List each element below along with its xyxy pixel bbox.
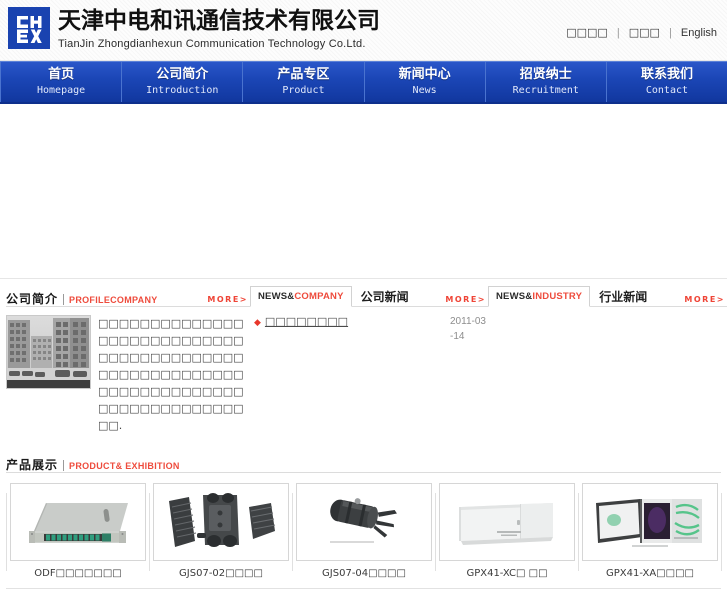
news-company-tabs: NEWS& COMPANY 公司新闻 MORE> xyxy=(250,286,488,307)
news-industry-tabs: NEWS& INDUSTRY 行业新闻 MORE> xyxy=(488,286,727,307)
nav-label-cn: 联系我们 xyxy=(640,67,693,82)
company-name-en: TianJin Zhongdianhexun Communication Tec… xyxy=(58,38,366,50)
news-industry-more-link[interactable]: MORE> xyxy=(684,295,725,304)
nav-label-cn: 首页 xyxy=(48,67,75,82)
profile-title-en: PROFILECOMPANY xyxy=(69,295,158,305)
nav-label-cn: 招贤纳士 xyxy=(519,67,572,82)
product-thumbnail-gpx41-xa[interactable] xyxy=(582,483,718,561)
product-caption[interactable]: GPX41-XC□ □□ xyxy=(466,567,547,581)
industry-news-section: NEWS& INDUSTRY 行业新闻 MORE> xyxy=(488,286,727,434)
content-columns: 公司简介 PROFILECOMPANY MORE> □□□□□□□□□□□□□□… xyxy=(0,286,727,434)
tab-industry-news-cn[interactable]: 行业新闻 xyxy=(590,286,656,306)
page-root: 天津中电和讯通信技术有限公司 TianJin Zhongdianhexun Co… xyxy=(0,0,727,589)
profile-description: □□□□□□□□□□□□□□□□□□□□□□□□□□□□□□□□□□□□□□□□… xyxy=(98,317,244,432)
gallery-divider xyxy=(435,493,436,571)
title-divider xyxy=(63,460,65,471)
tab-label-part2: COMPANY xyxy=(294,291,344,302)
company-profile-section: 公司简介 PROFILECOMPANY MORE> □□□□□□□□□□□□□□… xyxy=(0,286,250,434)
company-name-cn: 天津中电和讯通信技术有限公司 xyxy=(58,8,380,34)
product-caption[interactable]: GPX41-XA□□□□ xyxy=(606,567,694,581)
title-divider xyxy=(63,294,65,305)
nav-item-product[interactable]: 产品专区 Product xyxy=(243,62,365,102)
gallery-divider xyxy=(578,493,579,571)
news-item-title[interactable]: □□□□□□□□ xyxy=(265,314,450,330)
language-bar: □□□□ | □□□ | English xyxy=(566,26,717,39)
nav-label-en: Contact xyxy=(645,85,689,96)
tab-news-industry[interactable]: NEWS& INDUSTRY xyxy=(488,286,591,307)
profile-more-link[interactable]: MORE> xyxy=(207,295,248,304)
nav-label-en: Recruitment xyxy=(512,85,579,96)
nav-item-recruitment[interactable]: 招贤纳士 Recruitment xyxy=(486,62,607,102)
company-news-list: ◆ □□□□□□□□ 2011-03-14 xyxy=(250,314,488,344)
product-item: GPX41-XA□□□□ xyxy=(581,483,719,581)
lang-separator-1: | xyxy=(616,27,620,39)
products-section: 产品展示 PRODUCT& EXHIBITION ODF□□□□□□□ GJS0… xyxy=(0,452,727,581)
gallery-left-edge xyxy=(6,493,7,571)
gallery-divider xyxy=(149,493,150,571)
profile-body: □□□□□□□□□□□□□□□□□□□□□□□□□□□□□□□□□□□□□□□□… xyxy=(6,315,250,434)
products-title-en: PRODUCT& EXHIBITION xyxy=(69,461,180,471)
product-caption[interactable]: GJS07-04□□□□ xyxy=(322,567,406,581)
site-header: 天津中电和讯通信技术有限公司 TianJin Zhongdianhexun Co… xyxy=(0,0,727,61)
english-link[interactable]: English xyxy=(681,27,717,39)
gallery-right-edge xyxy=(721,493,722,571)
profile-section-header: 公司简介 PROFILECOMPANY MORE> xyxy=(6,286,250,307)
tab-label-part1: NEWS& xyxy=(496,291,533,302)
product-gallery: ODF□□□□□□□ GJS07-02□□□□ GJS07-04□□□□ GPX… xyxy=(6,483,722,581)
products-title-cn: 产品展示 xyxy=(6,458,59,472)
product-item: GJS07-02□□□□ xyxy=(152,483,290,581)
company-news-section: NEWS& COMPANY 公司新闻 MORE> ◆ □□□□□□□□ 2011-… xyxy=(250,286,488,434)
product-thumbnail-gjs07-02[interactable] xyxy=(153,483,289,561)
gallery-divider xyxy=(292,493,293,571)
main-navigation: 首页 Homepage 公司简介 Introduction 产品专区 Produ… xyxy=(0,61,727,104)
bullet-icon: ◆ xyxy=(254,317,261,327)
news-item: ◆ □□□□□□□□ 2011-03-14 xyxy=(254,314,488,344)
product-caption[interactable]: GJS07-02□□□□ xyxy=(179,567,263,581)
add-favorite-link[interactable]: □□□□ xyxy=(566,26,608,39)
product-thumbnail-gjs07-04[interactable] xyxy=(296,483,432,561)
tab-company-news-cn[interactable]: 公司新闻 xyxy=(352,286,418,306)
nav-label-en: News xyxy=(412,85,437,96)
nav-item-contact[interactable]: 联系我们 Contact xyxy=(607,62,727,102)
site-title-block: 天津中电和讯通信技术有限公司 TianJin Zhongdianhexun Co… xyxy=(58,6,380,51)
product-item: GJS07-04□□□□ xyxy=(295,483,433,581)
news-company-more-link[interactable]: MORE> xyxy=(445,295,486,304)
company-logo[interactable] xyxy=(8,7,54,53)
tab-label-part1: NEWS& xyxy=(258,291,295,302)
product-thumbnail-odf[interactable] xyxy=(10,483,146,561)
product-thumbnail-gpx41-xc[interactable] xyxy=(439,483,575,561)
set-homepage-link[interactable]: □□□ xyxy=(629,26,660,39)
nav-label-en: Introduction xyxy=(146,85,219,96)
product-item: ODF□□□□□□□ xyxy=(9,483,147,581)
nav-label-cn: 公司简介 xyxy=(156,67,209,82)
company-building-photo[interactable] xyxy=(6,315,91,389)
tab-label-cn: 行业新闻 xyxy=(599,289,648,304)
nav-label-cn: 产品专区 xyxy=(277,67,330,82)
lang-separator-2: | xyxy=(669,27,672,39)
nav-item-homepage[interactable]: 首页 Homepage xyxy=(0,62,123,102)
tab-label-cn: 公司新闻 xyxy=(360,289,409,304)
nav-label-cn: 新闻中心 xyxy=(398,67,451,82)
nav-item-introduction[interactable]: 公司简介 Introduction xyxy=(122,62,244,102)
banner-divider xyxy=(0,278,727,279)
news-item-date: 2011-03-14 xyxy=(450,316,486,342)
products-section-header: 产品展示 PRODUCT& EXHIBITION xyxy=(6,452,721,473)
profile-title-cn: 公司简介 xyxy=(6,292,59,306)
tab-label-part2: INDUSTRY xyxy=(532,291,583,302)
tab-news-company[interactable]: NEWS& COMPANY xyxy=(250,286,352,307)
hero-banner xyxy=(0,104,727,274)
nav-label-en: Homepage xyxy=(37,85,86,96)
logo-icon xyxy=(8,7,50,49)
product-item: GPX41-XC□ □□ xyxy=(438,483,576,581)
product-caption[interactable]: ODF□□□□□□□ xyxy=(34,567,121,581)
nav-label-en: Product xyxy=(282,85,325,96)
nav-item-news[interactable]: 新闻中心 News xyxy=(365,62,486,102)
